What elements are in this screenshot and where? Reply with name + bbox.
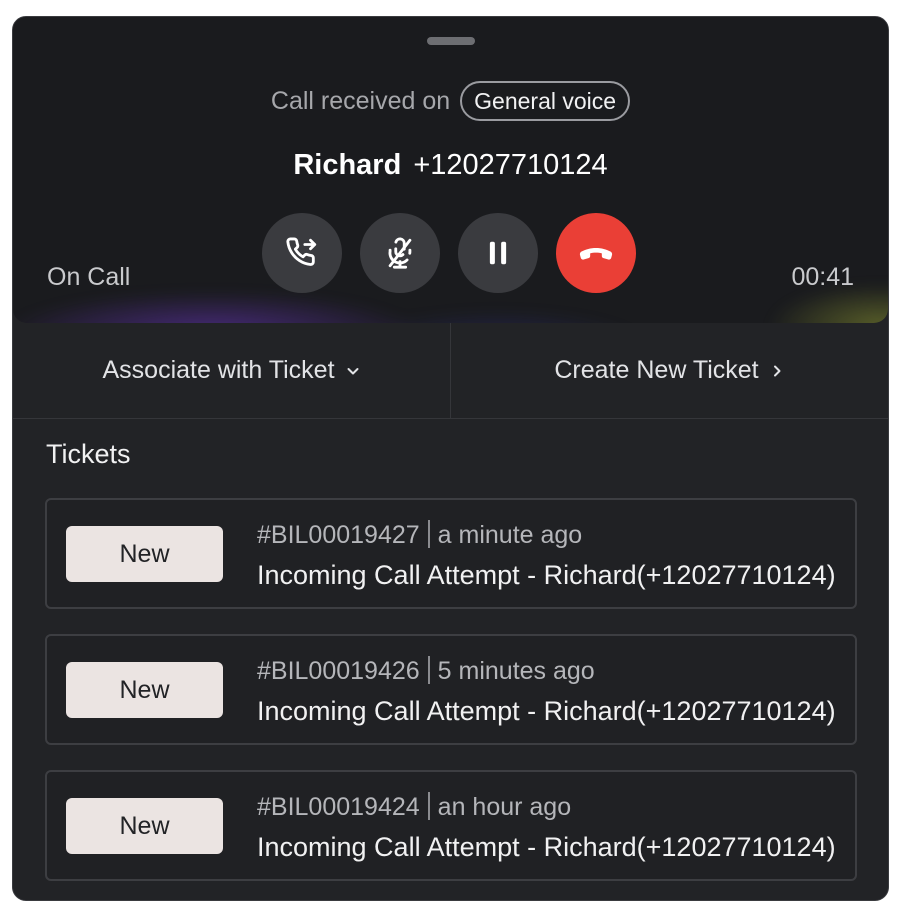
ticket-time: 5 minutes ago	[437, 657, 595, 685]
drag-handle[interactable]	[427, 37, 475, 45]
received-row: Call received on General voice	[13, 81, 888, 121]
hold-button[interactable]	[458, 213, 538, 293]
ticket-meta: #BIL00019424 an hour ago	[257, 792, 571, 822]
ticket-card[interactable]: New #BIL00019426 5 minutes ago Incoming C…	[45, 634, 857, 745]
mute-button[interactable]	[360, 213, 440, 293]
associate-ticket-dropdown[interactable]: Associate with Ticket	[13, 323, 450, 418]
mic-off-icon	[388, 237, 412, 269]
ticket-meta: #BIL00019427 a minute ago	[257, 520, 582, 550]
ticket-list: New #BIL00019427 a minute ago Incoming Ca…	[45, 498, 857, 900]
call-timer: 00:41	[791, 263, 854, 291]
phone-transfer-icon	[286, 237, 317, 266]
call-status: On Call	[47, 263, 131, 291]
ticket-status-badge: New	[66, 798, 223, 854]
caller-number: +12027710124	[413, 148, 608, 181]
ticket-meta: #BIL00019426 5 minutes ago	[257, 656, 595, 686]
action-bar: Associate with Ticket Create New Ticket	[13, 323, 888, 419]
meta-divider	[427, 520, 430, 548]
ticket-card[interactable]: New #BIL00019424 an hour ago Incoming Cal…	[45, 770, 857, 881]
ticket-status-badge: New	[66, 662, 223, 718]
end-call-button[interactable]	[556, 213, 636, 293]
create-ticket-button[interactable]: Create New Ticket	[450, 323, 888, 418]
meta-divider	[427, 792, 430, 820]
ticket-time: a minute ago	[437, 521, 583, 549]
ticket-id: #BIL00019427	[257, 521, 420, 549]
ticket-id: #BIL00019424	[257, 793, 420, 821]
tickets-heading: Tickets	[46, 439, 131, 469]
caller-name: Richard	[293, 148, 402, 181]
ticket-subject: Incoming Call Attempt - Richard(+1202771…	[257, 696, 836, 726]
ticket-subject: Incoming Call Attempt - Richard(+1202771…	[257, 560, 836, 590]
pause-icon	[489, 241, 507, 265]
received-label: Call received on	[270, 86, 451, 115]
call-controls	[262, 213, 636, 293]
ticket-card[interactable]: New #BIL00019427 a minute ago Incoming Ca…	[45, 498, 857, 609]
ticket-time: an hour ago	[437, 793, 572, 821]
phone-hangup-icon	[579, 248, 613, 260]
ticket-id: #BIL00019426	[257, 657, 420, 685]
channel-badge: General voice	[460, 81, 631, 121]
call-header: Call received on General voice Richard +…	[13, 17, 888, 323]
chevron-down-icon	[347, 367, 359, 374]
caller-row: Richard +12027710124	[13, 145, 888, 185]
transfer-button[interactable]	[262, 213, 342, 293]
call-panel: Call received on General voice Richard +…	[12, 16, 889, 901]
chevron-right-icon	[773, 365, 781, 376]
ticket-subject: Incoming Call Attempt - Richard(+1202771…	[257, 832, 836, 862]
ticket-status-badge: New	[66, 526, 223, 582]
associate-ticket-label: Associate with Ticket	[102, 356, 335, 384]
meta-divider	[427, 656, 430, 684]
create-ticket-label: Create New Ticket	[554, 356, 759, 384]
